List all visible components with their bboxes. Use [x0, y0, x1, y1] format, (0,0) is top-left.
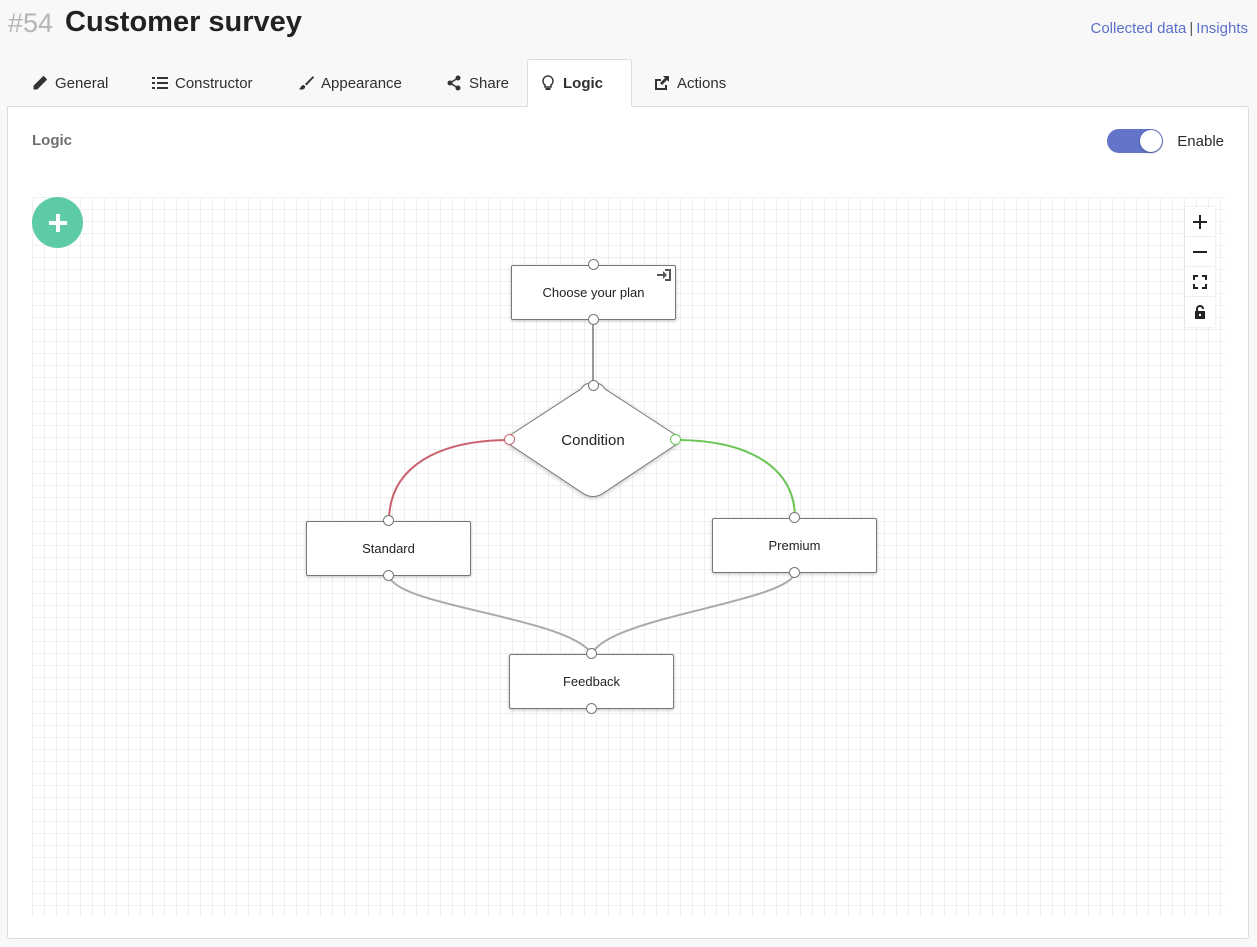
node-feedback-output-port[interactable]	[586, 703, 597, 714]
condition-false-port[interactable]	[504, 434, 515, 445]
pencil-icon	[33, 75, 48, 90]
tab-bar: General Constructor Appearance Share Log…	[8, 59, 1249, 107]
share-icon	[447, 75, 461, 91]
tab-appearance[interactable]: Appearance	[286, 59, 414, 107]
add-node-button[interactable]	[32, 197, 83, 248]
node-label: Feedback	[562, 674, 621, 689]
tab-label: Appearance	[321, 74, 402, 92]
header-links: Collected data | Insights	[1090, 20, 1248, 37]
node-standard[interactable]: Standard	[306, 521, 471, 576]
panel-title: Logic	[32, 132, 72, 149]
node-label: Choose your plan	[542, 285, 645, 300]
node-feedback[interactable]: Feedback	[509, 654, 674, 709]
node-start-input-port[interactable]	[588, 259, 599, 270]
tab-logic[interactable]: Logic	[527, 59, 632, 107]
node-standard-output-port[interactable]	[383, 570, 394, 581]
tab-label: Logic	[563, 74, 603, 92]
lock-button[interactable]	[1185, 297, 1215, 327]
tab-actions[interactable]: Actions	[642, 59, 738, 107]
tab-label: Actions	[677, 74, 727, 92]
collected-data-link[interactable]: Collected data	[1090, 20, 1186, 37]
list-icon	[152, 77, 168, 89]
logic-panel: Logic Enable Choose your plan Condition …	[7, 106, 1249, 939]
tab-share[interactable]: Share	[434, 59, 521, 107]
zoom-out-icon	[1193, 250, 1207, 253]
tab-label: General	[55, 74, 109, 92]
condition-label: Condition	[561, 432, 625, 449]
tab-label: Constructor	[175, 74, 253, 92]
zoom-in-button[interactable]	[1185, 207, 1215, 237]
page-title: Customer survey	[65, 6, 302, 38]
fit-screen-button[interactable]	[1185, 267, 1215, 297]
condition-true-port[interactable]	[670, 434, 681, 445]
toggle-label: Enable	[1177, 132, 1224, 150]
node-standard-input-port[interactable]	[383, 515, 394, 526]
page-header: #54 Customer survey Collected data | Insig…	[0, 0, 1257, 60]
enable-toggle[interactable]	[1107, 129, 1164, 153]
external-link-icon	[655, 76, 669, 90]
zoom-in-icon	[1193, 214, 1207, 229]
condition-input-port[interactable]	[588, 380, 599, 391]
node-start[interactable]: Choose your plan	[511, 265, 676, 320]
node-start-output-port[interactable]	[588, 314, 599, 325]
zoom-controls	[1185, 207, 1215, 327]
zoom-out-button[interactable]	[1185, 237, 1215, 267]
enable-toggle-group: Enable	[1107, 129, 1224, 153]
tab-label: Share	[469, 74, 510, 92]
form-id: #54	[8, 8, 54, 38]
node-label: Premium	[768, 538, 821, 553]
tab-general[interactable]: General	[20, 59, 120, 107]
toggle-knob	[1140, 130, 1163, 152]
lock-icon	[1195, 305, 1205, 319]
insights-link[interactable]: Insights	[1196, 20, 1248, 37]
tab-constructor[interactable]: Constructor	[140, 59, 265, 107]
plus-icon	[48, 213, 67, 232]
node-label: Standard	[362, 541, 415, 556]
node-feedback-input-port[interactable]	[586, 648, 597, 659]
node-premium[interactable]: Premium	[712, 518, 877, 573]
lightbulb-icon	[542, 75, 554, 90]
node-premium-input-port[interactable]	[789, 512, 800, 523]
node-premium-output-port[interactable]	[789, 567, 800, 578]
brush-icon	[299, 76, 314, 90]
fit-screen-icon	[1193, 274, 1207, 289]
link-separator: |	[1189, 20, 1194, 37]
sign-in-icon	[657, 269, 671, 281]
